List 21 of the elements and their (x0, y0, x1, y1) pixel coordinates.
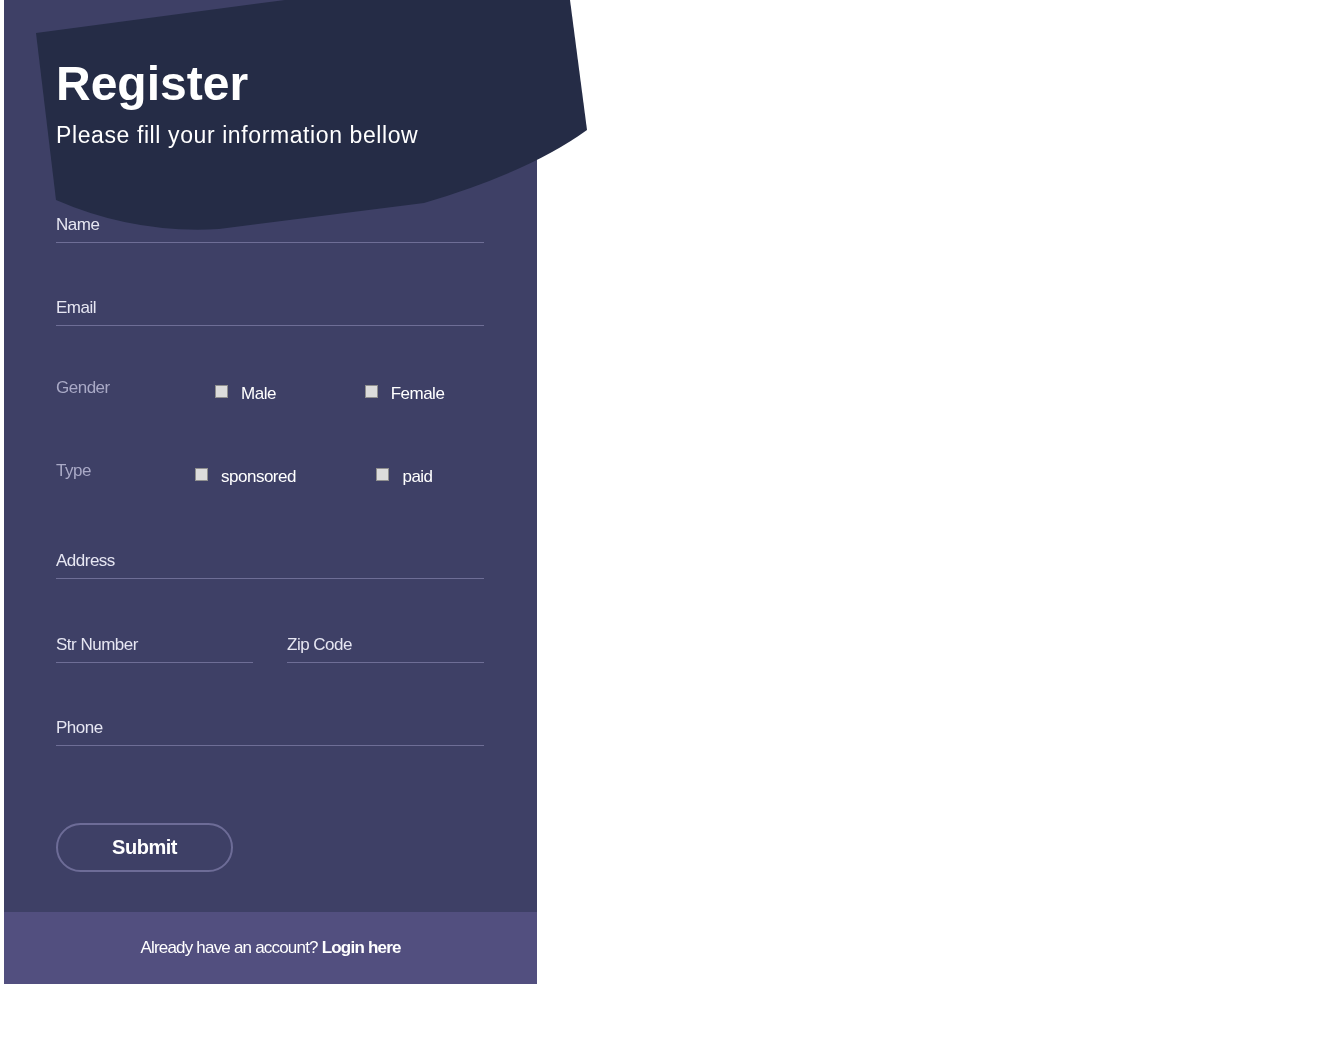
text-input-field[interactable]: Phone (56, 714, 484, 746)
submit-button[interactable]: Submit (56, 823, 233, 872)
checkbox[interactable] (376, 467, 390, 481)
login-prompt: Already have an account? Login here (140, 938, 401, 958)
checkbox-label: sponsored (221, 467, 296, 487)
checkbox-label: paid (402, 467, 433, 487)
text-input-field[interactable]: Email (56, 294, 484, 326)
checkbox[interactable] (364, 384, 378, 398)
form-subtitle: Please fill your information bellow (56, 122, 419, 149)
checkbox[interactable] (195, 467, 209, 481)
group-label: Type (56, 461, 92, 481)
login-link[interactable]: Login here (321, 938, 401, 957)
checkbox[interactable] (215, 384, 229, 398)
text-input-field[interactable]: Name (56, 211, 484, 243)
text-input-field[interactable]: Str Number (56, 631, 253, 663)
text-input-field[interactable]: Address (56, 547, 484, 579)
checkbox-label: Female (390, 384, 445, 404)
form-title: Register (56, 56, 249, 112)
text-input-field[interactable]: Zip Code (287, 631, 484, 663)
group-label: Gender (56, 378, 111, 398)
checkbox-label: Male (241, 384, 276, 404)
